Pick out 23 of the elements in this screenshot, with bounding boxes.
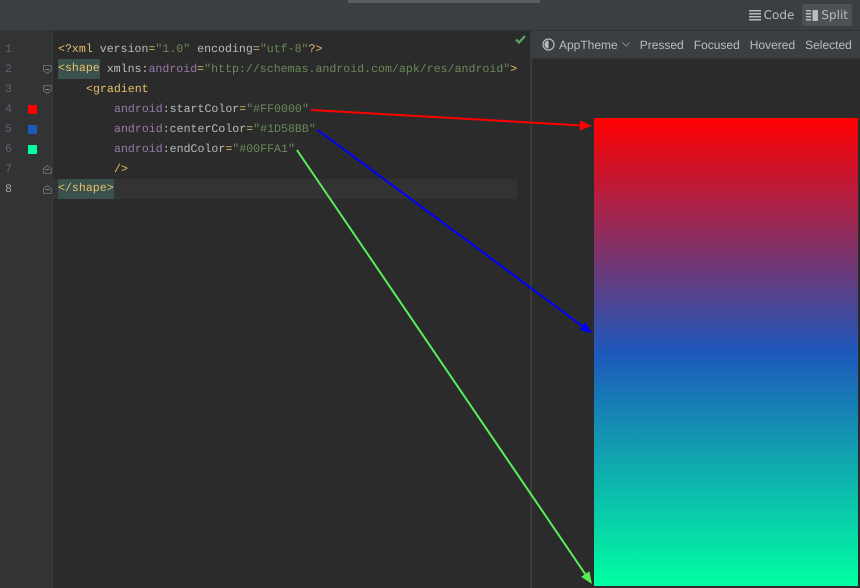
fold-icon[interactable] [43, 164, 52, 174]
fold-icon[interactable] [43, 184, 52, 194]
view-mode-button[interactable]: Split [802, 4, 852, 26]
state-toggle[interactable]: Pressed [640, 38, 684, 52]
code-line: <shape xmlns:android="http://schemas.android.com/apk/res/android"> [53, 59, 518, 79]
theme-icon [542, 38, 555, 51]
code-line: android:endColor="#00FFA1" [113, 142, 296, 158]
code-line: <?xml version="1.0" encoding="utf-8"?> [57, 42, 324, 58]
state-toggle[interactable]: Hovered [750, 38, 796, 52]
caret-icon [622, 42, 630, 47]
fold-icon[interactable] [43, 64, 52, 74]
lines-icon [748, 10, 761, 20]
line-number: 8 [4, 182, 13, 196]
view-mode-button[interactable]: Code [744, 4, 798, 26]
code-line: android:centerColor="#1D58BB" [113, 122, 317, 138]
code-line: /> [113, 162, 129, 178]
theme-dropdown[interactable]: AppTheme [542, 38, 630, 52]
code-line: android:startColor="#FF0000" [113, 102, 310, 118]
split-icon [806, 10, 818, 20]
state-toggle[interactable]: Focused [694, 38, 740, 52]
fold-icon[interactable] [43, 84, 52, 94]
state-toggle[interactable]: Selected [805, 38, 852, 52]
code-line: <gradient [85, 82, 150, 98]
